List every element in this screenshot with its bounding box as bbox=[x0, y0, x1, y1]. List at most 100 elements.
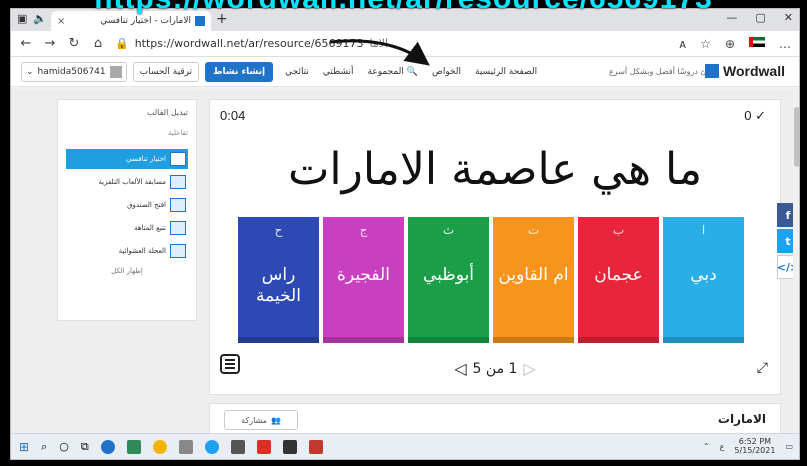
open-box-template-icon bbox=[170, 198, 186, 212]
store-icon[interactable] bbox=[126, 439, 141, 454]
url-text: https://wordwall.net/ar/resource/6569173 bbox=[134, 37, 364, 50]
cortana-icon[interactable]: ○ bbox=[59, 440, 69, 453]
activity-info-bar: 👥 مشاركة الامارات bbox=[209, 403, 781, 435]
nav-features[interactable]: الخواص bbox=[432, 67, 461, 77]
chrome-icon[interactable] bbox=[152, 439, 167, 454]
back-icon[interactable]: ← bbox=[19, 36, 33, 51]
system-tray: ⌃ ع 6:52 PM 5/15/2021 ▭ bbox=[703, 437, 793, 456]
favicon-icon bbox=[195, 16, 205, 26]
create-activity-button[interactable]: إنشاء نشاط bbox=[205, 61, 274, 82]
search-icon[interactable]: ⌕ bbox=[41, 440, 47, 454]
answer-card[interactable]: ث أبوظبي bbox=[408, 217, 489, 343]
template-competitive-quiz[interactable]: اختيار تنافسي bbox=[66, 149, 188, 169]
answer-text: أبوظبي bbox=[422, 265, 475, 285]
quiz-template-icon bbox=[170, 152, 186, 166]
answer-letter: ح bbox=[274, 223, 283, 237]
app-icon[interactable] bbox=[178, 439, 193, 454]
clock[interactable]: 6:52 PM 5/15/2021 bbox=[734, 437, 776, 456]
browser-toolbar: ᴀ ☆ ⊕ … bbox=[679, 36, 791, 51]
close-tab-icon[interactable]: × bbox=[57, 16, 65, 27]
chevron-down-icon: ⌄ bbox=[26, 66, 34, 77]
nav-home[interactable]: الصفحة الرئيسية bbox=[475, 67, 537, 77]
share-label: مشاركة bbox=[241, 415, 267, 425]
template-gameshow-quiz[interactable]: مسابقة الألعاب التلفزية bbox=[66, 172, 188, 192]
template-label: مسابقة الألعاب التلفزية bbox=[98, 178, 166, 186]
answer-text: ام القاوين bbox=[498, 265, 569, 285]
prev-arrow-icon[interactable]: ◁ bbox=[454, 359, 466, 378]
more-menu-icon[interactable]: … bbox=[779, 37, 791, 51]
maze-template-icon bbox=[170, 221, 186, 235]
task-view-icon[interactable]: ⧉ bbox=[81, 440, 89, 454]
pdf-icon[interactable] bbox=[256, 439, 271, 454]
pager: ▷ 1 من 5 ◁ bbox=[210, 359, 780, 378]
read-aloud-icon[interactable]: ᴀ bbox=[679, 37, 686, 51]
wordwall-logo[interactable]: Wordwall bbox=[705, 63, 785, 79]
windows-taskbar: ⊞ ⌕ ○ ⧉ ⌃ ع 6:52 PM 5/15/2021 ▭ bbox=[11, 433, 799, 459]
user-menu[interactable]: ⌄ hamida506741 bbox=[21, 61, 127, 82]
uae-flag-icon[interactable] bbox=[749, 36, 765, 47]
forward-icon[interactable]: → bbox=[43, 36, 57, 51]
edge-icon[interactable] bbox=[100, 439, 115, 454]
score: 0 ✓ bbox=[744, 108, 766, 123]
card-shadow bbox=[323, 337, 404, 343]
answer-card[interactable]: ا دبي bbox=[663, 217, 744, 343]
template-label: تتبع المتاهة bbox=[134, 224, 166, 232]
app-icon[interactable] bbox=[204, 439, 219, 454]
template-open-box[interactable]: افتح الصندوق bbox=[66, 195, 188, 215]
activity-title: الامارات bbox=[717, 412, 766, 426]
upgrade-button[interactable]: ترقية الحساب bbox=[132, 61, 200, 82]
answer-card[interactable]: ج الفجيرة bbox=[323, 217, 404, 343]
template-label: افتح الصندوق bbox=[127, 201, 166, 209]
interactive-label: تفاعلية bbox=[168, 129, 188, 137]
nav-my-activities[interactable]: أنشطتي bbox=[323, 67, 354, 77]
lock-icon: 🔒 bbox=[115, 37, 129, 50]
clock-date: 5/15/2021 bbox=[734, 445, 776, 455]
username: hamida506741 bbox=[37, 66, 106, 77]
answer-grid: ا دبي ب عجمان ت ام القاوين ث أبوظبي ج الفجيرة ح راس… bbox=[238, 217, 744, 343]
nav-my-results[interactable]: نتائجي bbox=[285, 67, 309, 77]
page-counter: 1 من 5 bbox=[472, 360, 518, 377]
answer-letter: ت bbox=[527, 223, 540, 237]
show-all-link[interactable]: إظهار الكل bbox=[66, 267, 188, 275]
template-random-wheel[interactable]: العجلة العشوائية bbox=[66, 241, 188, 261]
nav-community-label: المجموعة bbox=[367, 66, 404, 77]
next-arrow-icon[interactable]: ▷ bbox=[523, 359, 535, 378]
card-shadow bbox=[663, 337, 744, 343]
favorite-star-icon[interactable]: ☆ bbox=[700, 37, 711, 51]
notification-icon[interactable]: ▭ bbox=[785, 442, 793, 451]
briefcase-icon[interactable] bbox=[282, 439, 297, 454]
network-icon[interactable]: ⌃ bbox=[703, 442, 710, 451]
answer-card[interactable]: ت ام القاوين bbox=[493, 217, 574, 343]
app-icon[interactable] bbox=[230, 439, 245, 454]
template-label: اختيار تنافسي bbox=[126, 155, 166, 163]
card-shadow bbox=[408, 337, 489, 343]
fullscreen-icon[interactable]: ⤢ bbox=[757, 360, 768, 376]
overlay-url-caption: https://wordwall.net/ar/resource/6569173 bbox=[0, 0, 807, 16]
switch-template-title: تبديل القالب bbox=[146, 108, 188, 117]
answer-text: عجمان bbox=[594, 265, 643, 285]
refresh-icon[interactable]: ↻ bbox=[67, 36, 81, 51]
share-button[interactable]: 👥 مشاركة bbox=[224, 410, 298, 430]
office-icon[interactable] bbox=[308, 439, 323, 454]
answer-card[interactable]: ح راس الخيمة bbox=[238, 217, 319, 343]
share-icon: 👥 bbox=[270, 415, 281, 425]
answer-text: دبي bbox=[690, 265, 717, 285]
collections-icon[interactable]: ⊕ bbox=[725, 37, 735, 51]
page-body: تبديل القالب تفاعلية اختيار تنافسي مسابق… bbox=[11, 89, 799, 435]
main-nav: الصفحة الرئيسية الخواص 🔍 المجموعة أنشطتي… bbox=[285, 67, 537, 77]
start-icon[interactable]: ⊞ bbox=[19, 440, 29, 454]
address-bar: ← → ↻ ⌂ 🔒 https://wordwall.net/ar/resour… bbox=[11, 31, 799, 57]
page-scrollbar[interactable] bbox=[793, 89, 799, 435]
timer: 0:04 bbox=[220, 108, 246, 123]
logo-text: Wordwall bbox=[723, 63, 785, 79]
answer-card[interactable]: ب عجمان bbox=[578, 217, 659, 343]
home-icon[interactable]: ⌂ bbox=[91, 36, 105, 51]
nav-community[interactable]: 🔍 المجموعة bbox=[368, 67, 418, 77]
url-field[interactable]: 🔒 https://wordwall.net/ar/resource/65691… bbox=[115, 37, 669, 50]
template-maze-chase[interactable]: تتبع المتاهة bbox=[66, 218, 188, 238]
scroll-thumb[interactable] bbox=[794, 107, 799, 167]
language-icon[interactable]: ع bbox=[720, 442, 725, 451]
card-shadow bbox=[238, 337, 319, 343]
game-area: 0:04 0 ✓ ما هي عاصمة الامارات ا دبي ب عجمان… bbox=[209, 99, 781, 395]
tagline: أنشئ دروسًا أفضل وبشكل أسرع bbox=[609, 67, 719, 76]
